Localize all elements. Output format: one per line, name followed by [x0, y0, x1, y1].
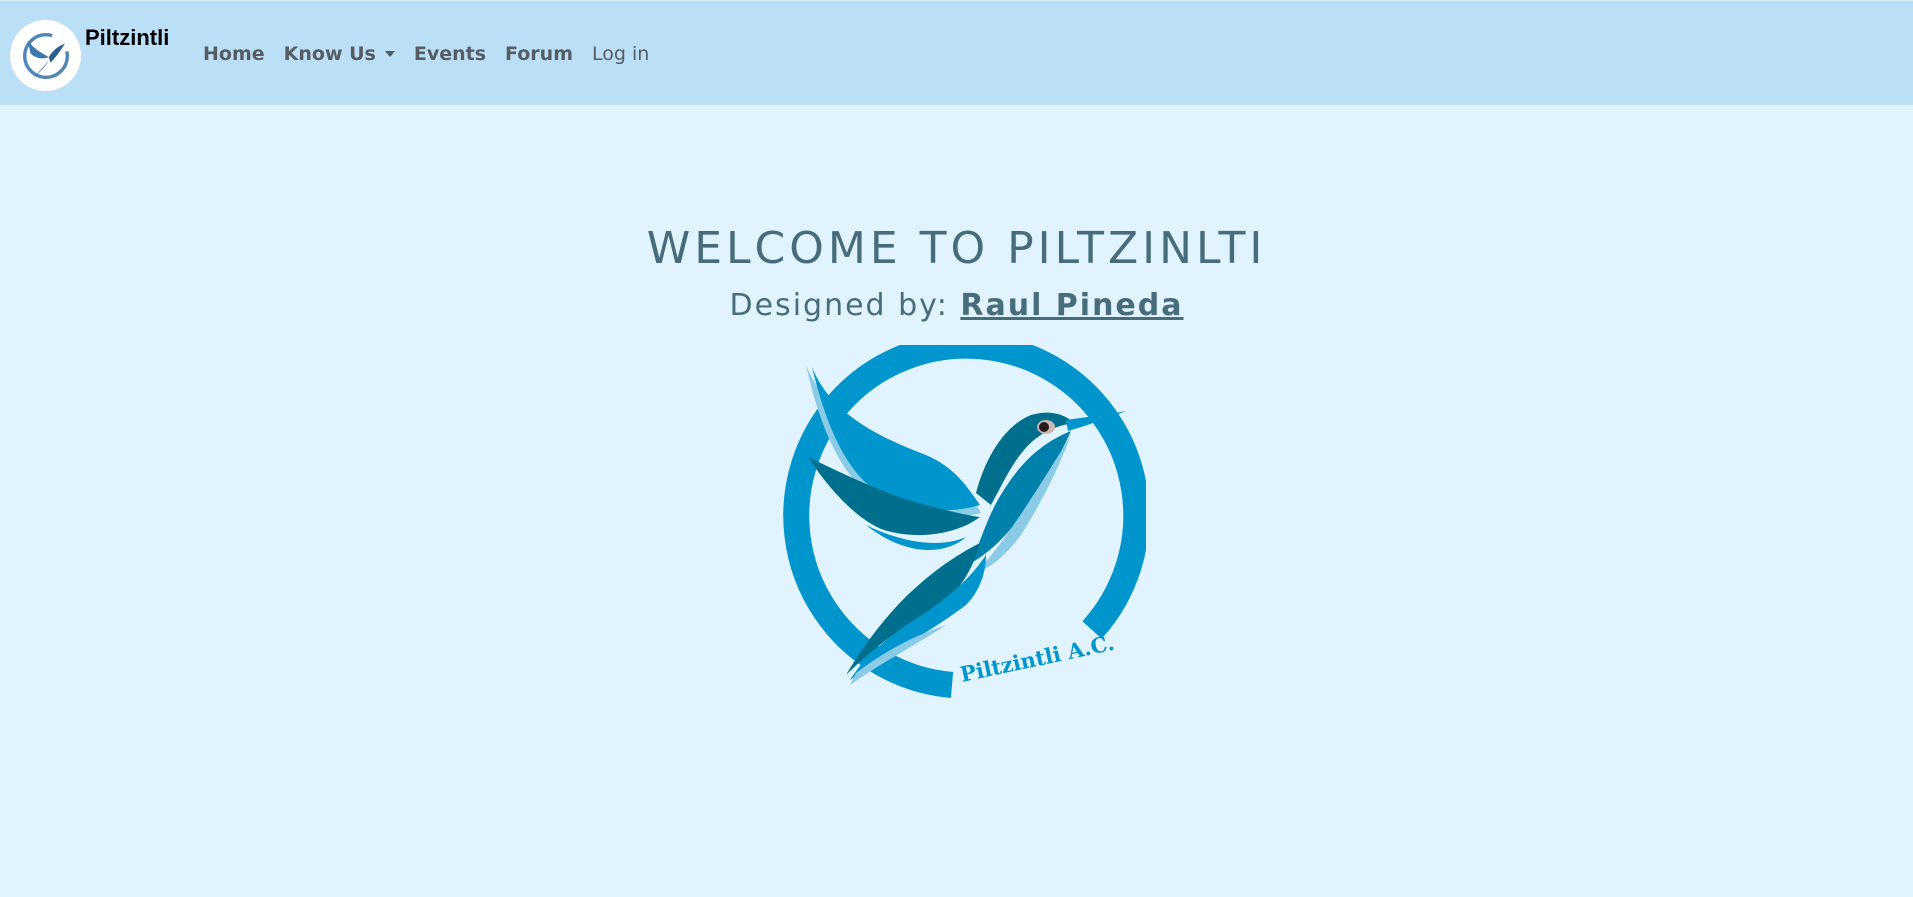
brand-logo[interactable] — [10, 20, 81, 91]
navbar: Piltzintli Home Know Us Events Forum Log… — [0, 0, 1913, 105]
nav-know-us-label: Know Us — [283, 43, 376, 65]
nav-know-us-dropdown[interactable]: Know Us — [284, 43, 395, 65]
nav-home[interactable]: Home — [203, 43, 265, 65]
nav-forum[interactable]: Forum — [505, 43, 573, 65]
chevron-down-icon — [384, 51, 395, 57]
designer-link[interactable]: Raul Pineda — [960, 288, 1183, 323]
designed-by-line: Designed by: Raul Pineda — [0, 288, 1913, 323]
brand-name[interactable]: Piltzintli — [85, 25, 169, 51]
hummingbird-emblem-icon: Piltzintli A.C. — [783, 345, 1146, 698]
hummingbird-logo-icon — [22, 32, 69, 79]
main-nav: Home Know Us Events Forum Log in — [203, 43, 668, 65]
nav-log-in[interactable]: Log in — [592, 43, 649, 65]
page-title: WELCOME TO PILTZINLTI — [646, 223, 1267, 274]
emblem-text: Piltzintli A.C. — [958, 630, 1117, 687]
designed-by-prefix: Designed by: — [729, 288, 961, 323]
nav-events[interactable]: Events — [414, 43, 486, 65]
